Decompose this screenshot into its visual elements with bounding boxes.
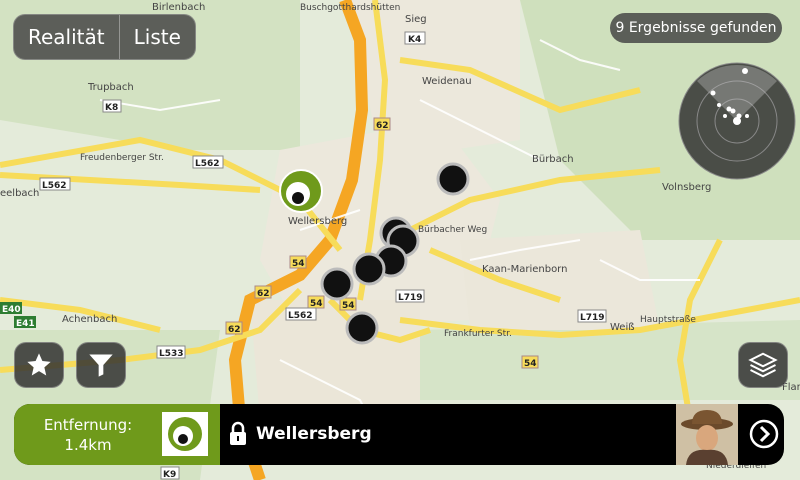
distance-panel: Entfernung: 1.4km bbox=[14, 404, 162, 465]
svg-text:Buschgotthardshütten: Buschgotthardshütten bbox=[300, 3, 400, 13]
svg-text:Volnsberg: Volnsberg bbox=[662, 182, 711, 193]
result-marker[interactable] bbox=[436, 162, 470, 196]
svg-text:Sieg: Sieg bbox=[405, 14, 427, 25]
svg-text:K4: K4 bbox=[408, 35, 421, 45]
svg-text:Kaan-Marienborn: Kaan-Marienborn bbox=[482, 264, 567, 275]
svg-text:Freudenberger Str.: Freudenberger Str. bbox=[80, 153, 164, 163]
filter-button[interactable] bbox=[76, 342, 126, 388]
svg-text:L719: L719 bbox=[398, 293, 423, 303]
chevron-right-icon[interactable] bbox=[749, 419, 779, 449]
layers-icon bbox=[748, 352, 778, 378]
eye-logo-icon bbox=[168, 417, 202, 451]
svg-text:eelbach: eelbach bbox=[0, 188, 39, 199]
place-name: Wellersberg bbox=[256, 424, 372, 444]
mode-list-button[interactable]: Liste bbox=[120, 15, 195, 59]
svg-text:L533: L533 bbox=[159, 349, 184, 359]
svg-text:E40: E40 bbox=[2, 305, 21, 315]
star-icon bbox=[27, 353, 51, 376]
wellersberg-location-pin[interactable] bbox=[278, 168, 324, 214]
svg-text:Birlenbach: Birlenbach bbox=[152, 2, 205, 13]
svg-text:62: 62 bbox=[376, 121, 389, 131]
svg-text:E41: E41 bbox=[16, 319, 35, 329]
favorites-button[interactable] bbox=[14, 342, 64, 388]
svg-text:L562: L562 bbox=[288, 311, 313, 321]
svg-text:Wellersberg: Wellersberg bbox=[288, 216, 347, 227]
filter-icon bbox=[89, 354, 113, 377]
result-marker[interactable] bbox=[345, 311, 379, 345]
svg-text:Frankfurter Str.: Frankfurter Str. bbox=[444, 329, 512, 339]
lock-icon bbox=[230, 421, 246, 445]
detective-avatar-icon bbox=[676, 404, 738, 465]
radar-widget[interactable] bbox=[677, 61, 797, 181]
svg-text:Achenbach: Achenbach bbox=[62, 314, 117, 325]
svg-text:Weidenau: Weidenau bbox=[422, 76, 472, 87]
svg-text:54: 54 bbox=[524, 359, 537, 369]
results-count-badge: 9 Ergebnisse gefunden bbox=[610, 13, 782, 43]
distance-value: 1.4km bbox=[64, 436, 112, 454]
svg-text:L562: L562 bbox=[195, 159, 220, 169]
result-marker[interactable] bbox=[352, 252, 386, 286]
svg-text:L719: L719 bbox=[580, 313, 605, 323]
svg-text:Bürbacher Weg: Bürbacher Weg bbox=[418, 225, 487, 235]
distance-label: Entfernung: bbox=[43, 416, 133, 434]
view-mode-toggle: Realität Liste bbox=[13, 14, 196, 60]
svg-text:K9: K9 bbox=[163, 470, 176, 480]
svg-text:Bürbach: Bürbach bbox=[532, 154, 574, 165]
svg-text:62: 62 bbox=[257, 289, 270, 299]
svg-text:L562: L562 bbox=[42, 181, 67, 191]
selected-place-bar[interactable]: Entfernung: 1.4km Wellersberg bbox=[14, 404, 784, 465]
result-marker[interactable] bbox=[320, 267, 354, 301]
svg-text:K8: K8 bbox=[105, 103, 118, 113]
svg-text:Trupbach: Trupbach bbox=[87, 82, 134, 93]
svg-text:54: 54 bbox=[292, 259, 305, 269]
layers-button[interactable] bbox=[738, 342, 788, 388]
character-avatar bbox=[676, 404, 738, 465]
svg-text:Hauptstraße: Hauptstraße bbox=[640, 315, 696, 325]
svg-text:54: 54 bbox=[342, 301, 355, 311]
mode-reality-button[interactable]: Realität bbox=[14, 15, 119, 59]
svg-text:Weiß: Weiß bbox=[610, 322, 635, 333]
place-logo bbox=[162, 404, 220, 465]
svg-text:62: 62 bbox=[228, 325, 241, 335]
